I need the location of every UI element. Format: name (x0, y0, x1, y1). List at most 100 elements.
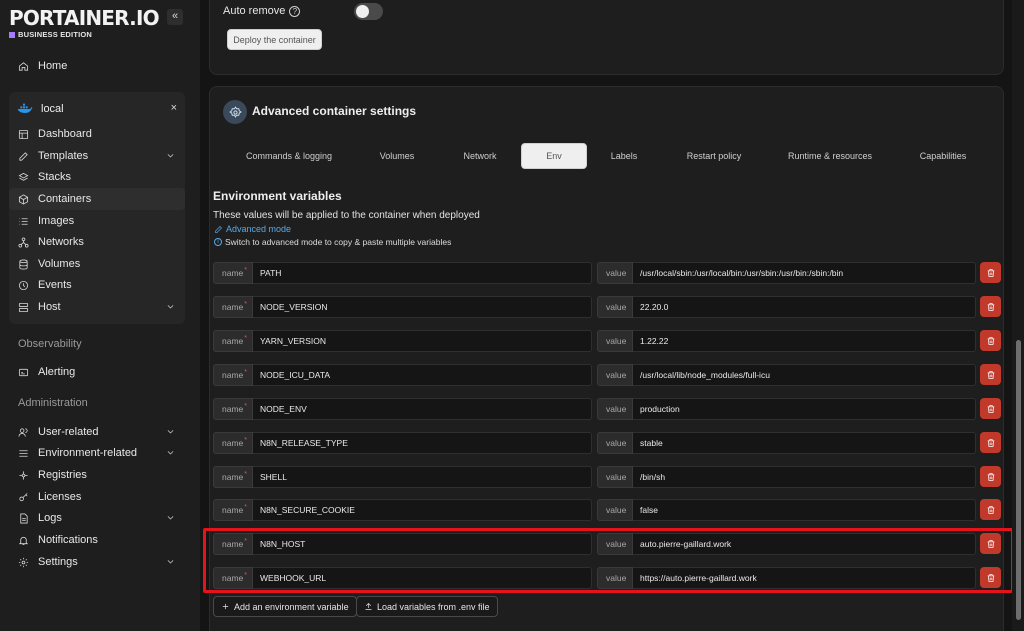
env-value-input[interactable]: 1.22.22 (633, 330, 976, 352)
value-addon: value (597, 432, 633, 454)
sidebar-item-label: Logs (38, 512, 62, 524)
sidebar-item-licenses[interactable]: Licenses (9, 486, 185, 508)
sidebar-item-home[interactable]: Home (9, 55, 185, 77)
env-name-input[interactable]: NODE_ICU_DATA (253, 364, 592, 386)
env-name-input[interactable]: N8N_SECURE_COOKIE (253, 499, 592, 521)
env-value-input[interactable]: false (633, 499, 976, 521)
sidebar-item-stacks[interactable]: Stacks (9, 166, 185, 188)
trash-icon (987, 438, 994, 447)
chevron-down-icon[interactable] (166, 302, 175, 314)
sidebar-item-label: Volumes (38, 258, 81, 270)
chevron-down-icon[interactable] (166, 513, 175, 525)
close-environment-icon[interactable]: × (171, 102, 177, 114)
settings-gear-icon (223, 100, 247, 124)
env-name-input[interactable]: N8N_RELEASE_TYPE (253, 432, 592, 454)
env-variable-row: name * N8N_SECURE_COOKIE value false (213, 499, 1001, 521)
sidebar-item-events[interactable]: Events (9, 274, 185, 296)
value-addon: value (597, 262, 633, 284)
sidebar-item-host[interactable]: Host (9, 296, 185, 318)
environment-header[interactable]: local × (17, 98, 177, 120)
env-name-input[interactable]: PATH (253, 262, 592, 284)
delete-variable-button[interactable] (980, 262, 1001, 283)
delete-variable-button[interactable] (980, 466, 1001, 487)
name-addon: name * (213, 262, 253, 284)
add-env-variable-button[interactable]: Add an environment variable (213, 596, 357, 617)
required-marker: * (244, 369, 247, 376)
load-env-file-button[interactable]: Load variables from .env file (356, 596, 498, 617)
tab-runtime-resources[interactable]: Runtime & resources (775, 143, 885, 169)
tab-env[interactable]: Env (521, 143, 587, 169)
chevron-down-icon[interactable] (166, 151, 175, 163)
tab-restart-policy[interactable]: Restart policy (668, 143, 760, 169)
sidebar-item-containers[interactable]: Containers (9, 188, 185, 210)
sidebar-item-settings[interactable]: Settings (9, 551, 185, 573)
delete-variable-button[interactable] (980, 296, 1001, 317)
collapse-sidebar-button[interactable]: « (167, 9, 183, 25)
value-addon: value (597, 296, 633, 318)
auto-remove-label: Auto remove ? (223, 5, 301, 17)
env-name-input[interactable]: NODE_ENV (253, 398, 592, 420)
plus-icon (222, 603, 229, 610)
sidebar-item-registries[interactable]: Registries (9, 464, 185, 486)
value-addon: value (597, 398, 633, 420)
help-icon[interactable]: ? (289, 5, 301, 17)
trash-icon (987, 336, 994, 345)
env-value-input[interactable]: /usr/local/sbin:/usr/local/bin:/usr/sbin… (633, 262, 976, 284)
tab-labels[interactable]: Labels (594, 143, 654, 169)
delete-variable-button[interactable] (980, 330, 1001, 351)
trash-icon (987, 505, 994, 514)
deploy-container-button[interactable]: Deploy the container (227, 29, 322, 50)
tab-commands-logging[interactable]: Commands & logging (228, 143, 350, 169)
env-value-input[interactable]: 22.20.0 (633, 296, 976, 318)
env-value-input[interactable]: /bin/sh (633, 466, 976, 488)
sidebar-item-alerting[interactable]: Alerting (9, 361, 185, 383)
name-addon: name * (213, 499, 253, 521)
sidebar-item-label: User-related (38, 426, 99, 438)
env-name-input[interactable]: YARN_VERSION (253, 330, 592, 352)
tab-capabilities[interactable]: Capabilities (900, 143, 986, 169)
name-addon-text: name (222, 336, 244, 346)
sidebar-item-images[interactable]: Images (9, 210, 185, 232)
scrollbar-thumb[interactable] (1016, 340, 1021, 620)
env-variable-row: name * NODE_VERSION value 22.20.0 (213, 296, 1001, 318)
sidebar-item-label: Templates (38, 150, 89, 162)
env-name-input[interactable]: SHELL (253, 466, 592, 488)
tab-network[interactable]: Network (447, 143, 513, 169)
name-addon: name * (213, 398, 253, 420)
network-icon (17, 236, 29, 248)
name-addon-text: name (222, 302, 244, 312)
database-icon (17, 258, 29, 270)
sidebar-item-dashboard[interactable]: Dashboard (9, 123, 185, 145)
env-value-input[interactable]: stable (633, 432, 976, 454)
sidebar-item-volumes[interactable]: Volumes (9, 253, 185, 275)
env-value-input[interactable]: /usr/local/lib/node_modules/full-icu (633, 364, 976, 386)
advanced-mode-link[interactable]: Advanced mode (214, 224, 291, 234)
env-value-input[interactable]: production (633, 398, 976, 420)
chevron-down-icon[interactable] (166, 448, 175, 460)
sidebar-item-user-related[interactable]: User-related (9, 421, 185, 443)
sidebar-item-notifications[interactable]: Notifications (9, 529, 185, 551)
delete-variable-button[interactable] (980, 398, 1001, 419)
sidebar-item-environment-related[interactable]: Environment-related (9, 442, 185, 464)
sidebar-item-label: Events (38, 279, 72, 291)
highlight-annotation (203, 528, 1014, 593)
sidebar-item-label: Environment-related (38, 447, 138, 459)
chevron-down-icon[interactable] (166, 557, 175, 569)
section-administration: Administration (18, 397, 88, 409)
sidebar-item-templates[interactable]: Templates (9, 145, 185, 167)
env-name-input[interactable]: NODE_VERSION (253, 296, 592, 318)
chevron-down-icon[interactable] (166, 427, 175, 439)
delete-variable-button[interactable] (980, 432, 1001, 453)
advanced-mode-text: Advanced mode (226, 224, 292, 234)
value-addon: value (597, 466, 633, 488)
auto-remove-toggle[interactable] (354, 3, 383, 20)
sidebar-item-label: Licenses (38, 491, 82, 503)
delete-variable-button[interactable] (980, 499, 1001, 520)
delete-variable-button[interactable] (980, 364, 1001, 385)
tab-volumes[interactable]: Volumes (365, 143, 429, 169)
sidebar-item-networks[interactable]: Networks (9, 231, 185, 253)
add-env-variable-label: Add an environment variable (234, 601, 349, 612)
sidebar-item-logs[interactable]: Logs (9, 507, 185, 529)
portainer-logo[interactable]: PORTAINER.IO BUSINESS EDITION (9, 8, 169, 42)
env-variable-row: name * N8N_RELEASE_TYPE value stable (213, 432, 1001, 454)
